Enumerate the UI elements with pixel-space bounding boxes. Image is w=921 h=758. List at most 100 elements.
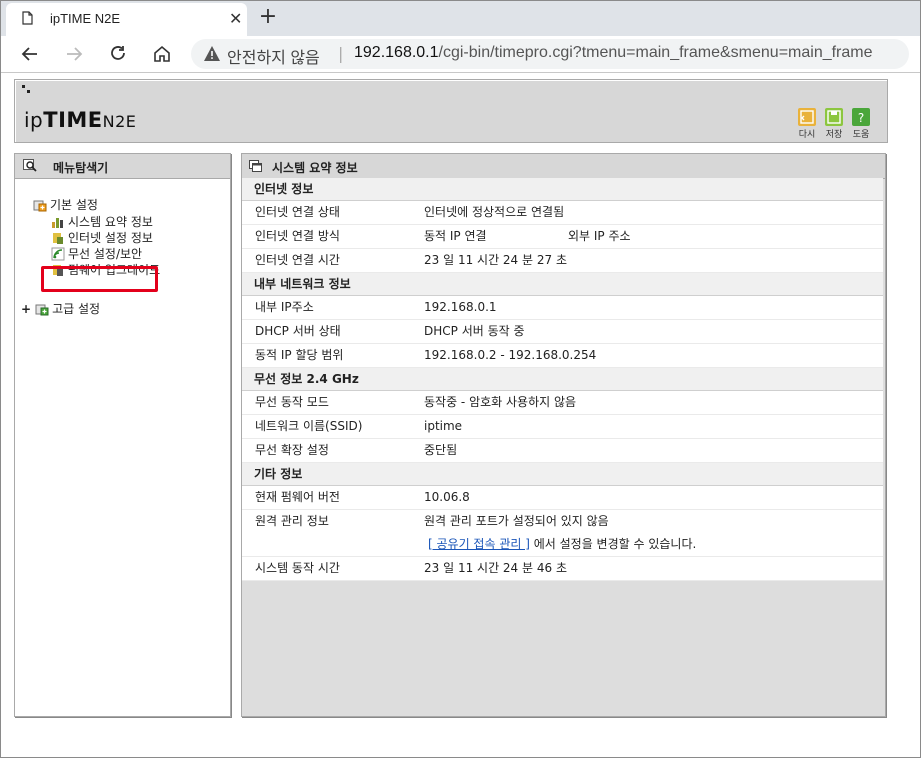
row-key: 동적 IP 할당 범위 [255, 348, 344, 362]
table-row: 인터넷 연결 방식 동적 IP 연결 외부 IP 주소 [242, 225, 883, 249]
tree-advanced-label: 고급 설정 [52, 302, 101, 316]
section-wireless: 무선 정보 2.4 GHz [242, 368, 883, 391]
menu-explorer-header: 메뉴탐색기 [15, 154, 230, 179]
row-key: 무선 동작 모드 [255, 395, 329, 409]
close-tab-icon[interactable]: ✕ [229, 9, 242, 28]
tree-basic-label: 기본 설정 [50, 198, 98, 212]
save-icon [825, 108, 843, 126]
table-row: 인터넷 연결 시간 23 일 11 시간 24 분 27 초 [242, 249, 883, 273]
forward-icon[interactable] [61, 41, 87, 67]
row-value: 동적 IP 연결 [424, 229, 487, 243]
row-value: 192.168.0.1 [424, 300, 497, 314]
row-key: 내부 IP주소 [255, 300, 314, 314]
logo-time: TIME [43, 108, 103, 132]
table-row: 네트워크 이름(SSID) iptime [242, 415, 883, 439]
tree-basic-settings[interactable]: 기본 설정 [33, 196, 98, 213]
remote-management-link[interactable]: [ 공유기 접속 관리 ] [428, 537, 530, 551]
undo-icon [798, 108, 816, 126]
table-row: 시스템 동작 시간 23 일 11 시간 24 분 46 초 [242, 557, 883, 581]
row-value: 중단됨 [424, 443, 458, 457]
warning-icon [204, 46, 220, 61]
tree-item-label: 인터넷 설정 정보 [68, 231, 153, 245]
iptime-logo: ipTIMEN2E [24, 108, 136, 132]
tree-item-label: 시스템 요약 정보 [68, 215, 153, 229]
back-icon[interactable] [17, 41, 43, 67]
tree-item-internet-settings[interactable]: 인터넷 설정 정보 [51, 229, 153, 246]
highlight-box [41, 266, 158, 292]
row-key: 무선 확장 설정 [255, 443, 329, 457]
url-host: 192.168.0.1 [354, 44, 439, 61]
window-icon [249, 160, 262, 172]
logo-dots-icon [22, 85, 30, 93]
folder-open-icon [33, 200, 47, 212]
help-label: 도움 [852, 130, 870, 140]
browser-toolbar: 안전하지 않음 | 192.168.0.1/cgi-bin/timepro.cg… [1, 36, 920, 73]
save-button[interactable]: 저장 [824, 108, 844, 140]
help-icon: ? [852, 108, 870, 126]
row-key: 현재 펌웨어 버전 [255, 490, 340, 504]
menu-explorer-title: 메뉴탐색기 [53, 161, 109, 175]
tab-strip: ipTIME N2E ✕ + [1, 1, 920, 36]
row-key: 원격 관리 정보 [255, 514, 329, 528]
system-summary-panel: 시스템 요약 정보 인터넷 정보 인터넷 연결 상태 인터넷에 정상적으로 연결됨… [241, 153, 886, 717]
bar-chart-icon [52, 218, 63, 228]
table-row: 무선 확장 설정 중단됨 [242, 439, 883, 463]
router-page: ipTIMEN2E 다시 저장 ? 도움 메뉴탐색기 기본 설정 시스템 요약 … [1, 73, 920, 757]
summary-title: 시스템 요약 정보 [272, 161, 358, 175]
expand-toggle[interactable]: + [21, 302, 31, 316]
reload-label: 다시 [798, 130, 816, 140]
table-row: 무선 동작 모드 동작중 - 암호화 사용하지 않음 [242, 391, 883, 415]
section-internet: 인터넷 정보 [242, 178, 883, 201]
row-key: 인터넷 연결 방식 [255, 229, 340, 243]
row-value: 23 일 11 시간 24 분 46 초 [424, 561, 567, 575]
row-value: 192.168.0.2 - 192.168.0.254 [424, 348, 597, 362]
row-key: 네트워크 이름(SSID) [255, 419, 363, 433]
summary-table: 인터넷 정보 인터넷 연결 상태 인터넷에 정상적으로 연결됨 인터넷 연결 방식… [242, 178, 883, 581]
page-icon [22, 11, 33, 25]
globe-icon [53, 233, 63, 244]
remote-link-line: [ 공유기 접속 관리 ] 에서 설정을 변경할 수 있습니다. [428, 533, 696, 556]
home-icon[interactable] [149, 41, 175, 67]
tree-advanced-settings[interactable]: + 고급 설정 [21, 300, 100, 317]
folder-closed-icon [35, 304, 49, 316]
row-value: 원격 관리 포트가 설정되어 있지 않음 [424, 514, 609, 528]
section-lan: 내부 네트워크 정보 [242, 273, 883, 296]
row-key: 인터넷 연결 시간 [255, 253, 340, 267]
table-row: [ 공유기 접속 관리 ] 에서 설정을 변경할 수 있습니다. [242, 533, 883, 557]
row-value: iptime [424, 419, 463, 433]
table-row: 내부 IP주소 192.168.0.1 [242, 296, 883, 320]
section-etc: 기타 정보 [242, 463, 883, 486]
security-warning[interactable]: 안전하지 않음 [227, 44, 320, 68]
table-row: DHCP 서버 상태 DHCP 서버 동작 중 [242, 320, 883, 344]
router-header: ipTIMEN2E 다시 저장 ? 도움 [14, 79, 888, 143]
row-key: 시스템 동작 시간 [255, 561, 340, 575]
row-key: 인터넷 연결 상태 [255, 205, 340, 219]
logo-model: N2E [102, 112, 137, 131]
row-key: DHCP 서버 상태 [255, 324, 341, 338]
help-button[interactable]: ? 도움 [851, 108, 871, 140]
menu-explorer-panel: 메뉴탐색기 기본 설정 시스템 요약 정보 인터넷 설정 정보 무선 설정/보안… [14, 153, 231, 717]
new-tab-button[interactable]: + [257, 4, 279, 29]
table-row: 현재 펌웨어 버전 10.06.8 [242, 486, 883, 510]
reload-config-button[interactable]: 다시 [797, 108, 817, 140]
row-value: DHCP 서버 동작 중 [424, 324, 525, 338]
table-row: 동적 IP 할당 범위 192.168.0.2 - 192.168.0.254 [242, 344, 883, 368]
wireless-icon [51, 247, 65, 261]
tree-item-wireless-security[interactable]: 무선 설정/보안 [51, 245, 146, 262]
reload-icon[interactable] [105, 41, 131, 67]
menu-search-icon [23, 159, 37, 172]
table-row: 인터넷 연결 상태 인터넷에 정상적으로 연결됨 [242, 201, 883, 225]
svg-text:?: ? [858, 111, 864, 125]
url-text[interactable]: 192.168.0.1/cgi-bin/timepro.cgi?tmenu=ma… [354, 44, 873, 62]
address-bar[interactable]: 안전하지 않음 | 192.168.0.1/cgi-bin/timepro.cg… [191, 39, 909, 69]
row-value-extra: 외부 IP 주소 [568, 229, 631, 243]
row-value: 23 일 11 시간 24 분 27 초 [424, 253, 567, 267]
address-separator: | [338, 44, 344, 63]
table-row: 원격 관리 정보 원격 관리 포트가 설정되어 있지 않음 [242, 510, 883, 533]
tree-item-label: 무선 설정/보안 [68, 247, 143, 261]
row-value: 동작중 - 암호화 사용하지 않음 [424, 395, 577, 409]
summary-header: 시스템 요약 정보 [242, 154, 885, 179]
remote-link-suffix: 에서 설정을 변경할 수 있습니다. [529, 537, 697, 551]
tree-item-system-summary[interactable]: 시스템 요약 정보 [51, 213, 153, 230]
browser-tab[interactable]: ipTIME N2E ✕ [6, 3, 247, 36]
